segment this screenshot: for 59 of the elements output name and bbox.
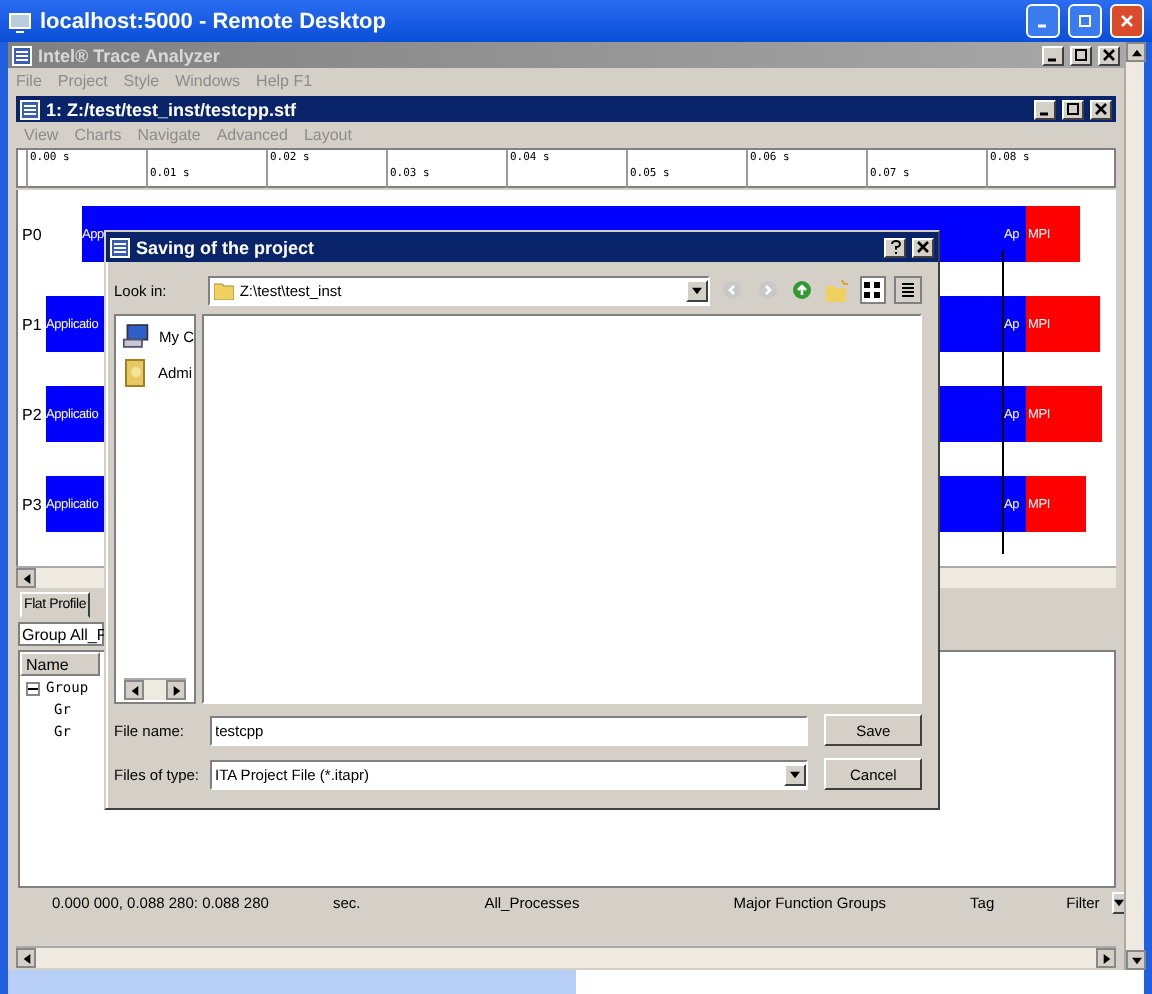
maximize-icon [1074, 48, 1088, 62]
up-arrow-icon [792, 280, 813, 300]
arrow-right-icon [1101, 953, 1111, 963]
vertical-scrollbar[interactable] [1124, 42, 1144, 970]
dropdown-button[interactable] [784, 763, 807, 785]
dropdown-button[interactable] [686, 279, 709, 301]
process-label: P3 [22, 495, 42, 513]
arrow-left-icon [21, 573, 31, 583]
view-menu-button[interactable] [859, 276, 887, 304]
folder-icon [122, 356, 150, 388]
scroll-down-button[interactable] [1126, 950, 1146, 970]
minimize-button[interactable] [1042, 45, 1064, 65]
close-icon [1120, 14, 1134, 28]
arrow-up-icon [1131, 47, 1141, 57]
window-icon [20, 99, 40, 119]
details-view-button[interactable] [894, 276, 922, 304]
close-icon [1102, 48, 1116, 62]
close-button[interactable] [1098, 45, 1120, 65]
maximize-button[interactable] [1070, 45, 1092, 65]
scroll-right-button[interactable] [166, 680, 186, 700]
minimize-button[interactable] [1034, 99, 1056, 119]
maximize-icon [1066, 102, 1080, 116]
caret-icon [1113, 897, 1124, 907]
scroll-left-button[interactable] [124, 680, 144, 700]
process-label: P1 [22, 315, 42, 333]
process-label: P0 [22, 225, 42, 243]
scroll-left-button[interactable] [16, 568, 36, 588]
document-title: 1: Z:/test/test_inst/testcpp.stf [46, 99, 299, 119]
arrow-left-icon [129, 685, 139, 695]
caret-icon [1131, 955, 1141, 965]
close-icon [1094, 102, 1108, 116]
help-button[interactable] [884, 237, 906, 257]
app-title: Intel® Trace Analyzer [38, 45, 222, 65]
new-folder-icon [826, 279, 849, 301]
collapse-icon[interactable] [26, 681, 40, 695]
close-icon [916, 240, 930, 254]
close-button[interactable] [1090, 99, 1112, 119]
question-mark-icon [889, 240, 901, 254]
dialog-title: Saving of the project [136, 237, 317, 257]
list-icon [900, 282, 917, 298]
process-label: P2 [22, 405, 42, 423]
scroll-right-button[interactable] [1096, 948, 1116, 968]
window-icon [110, 237, 130, 257]
maximize-icon [1078, 14, 1092, 28]
maximize-button[interactable] [1062, 99, 1084, 119]
computer-icon [122, 322, 151, 350]
scroll-left-button[interactable] [16, 948, 36, 968]
close-button[interactable] [912, 237, 934, 257]
window-title: localhost:5000 - Remote Desktop [40, 9, 388, 33]
arrow-right-icon [171, 685, 181, 695]
caret-icon [790, 769, 801, 779]
remote-desktop-icon [8, 9, 32, 33]
arrow-left-icon [21, 953, 31, 963]
window-icon [12, 45, 32, 65]
filter-dropdown[interactable] [1111, 891, 1126, 913]
up-folder-button[interactable] [788, 276, 816, 304]
scroll-up-button[interactable] [1126, 42, 1146, 62]
column-header[interactable]: Name [20, 652, 100, 676]
grid-icon [864, 282, 881, 298]
